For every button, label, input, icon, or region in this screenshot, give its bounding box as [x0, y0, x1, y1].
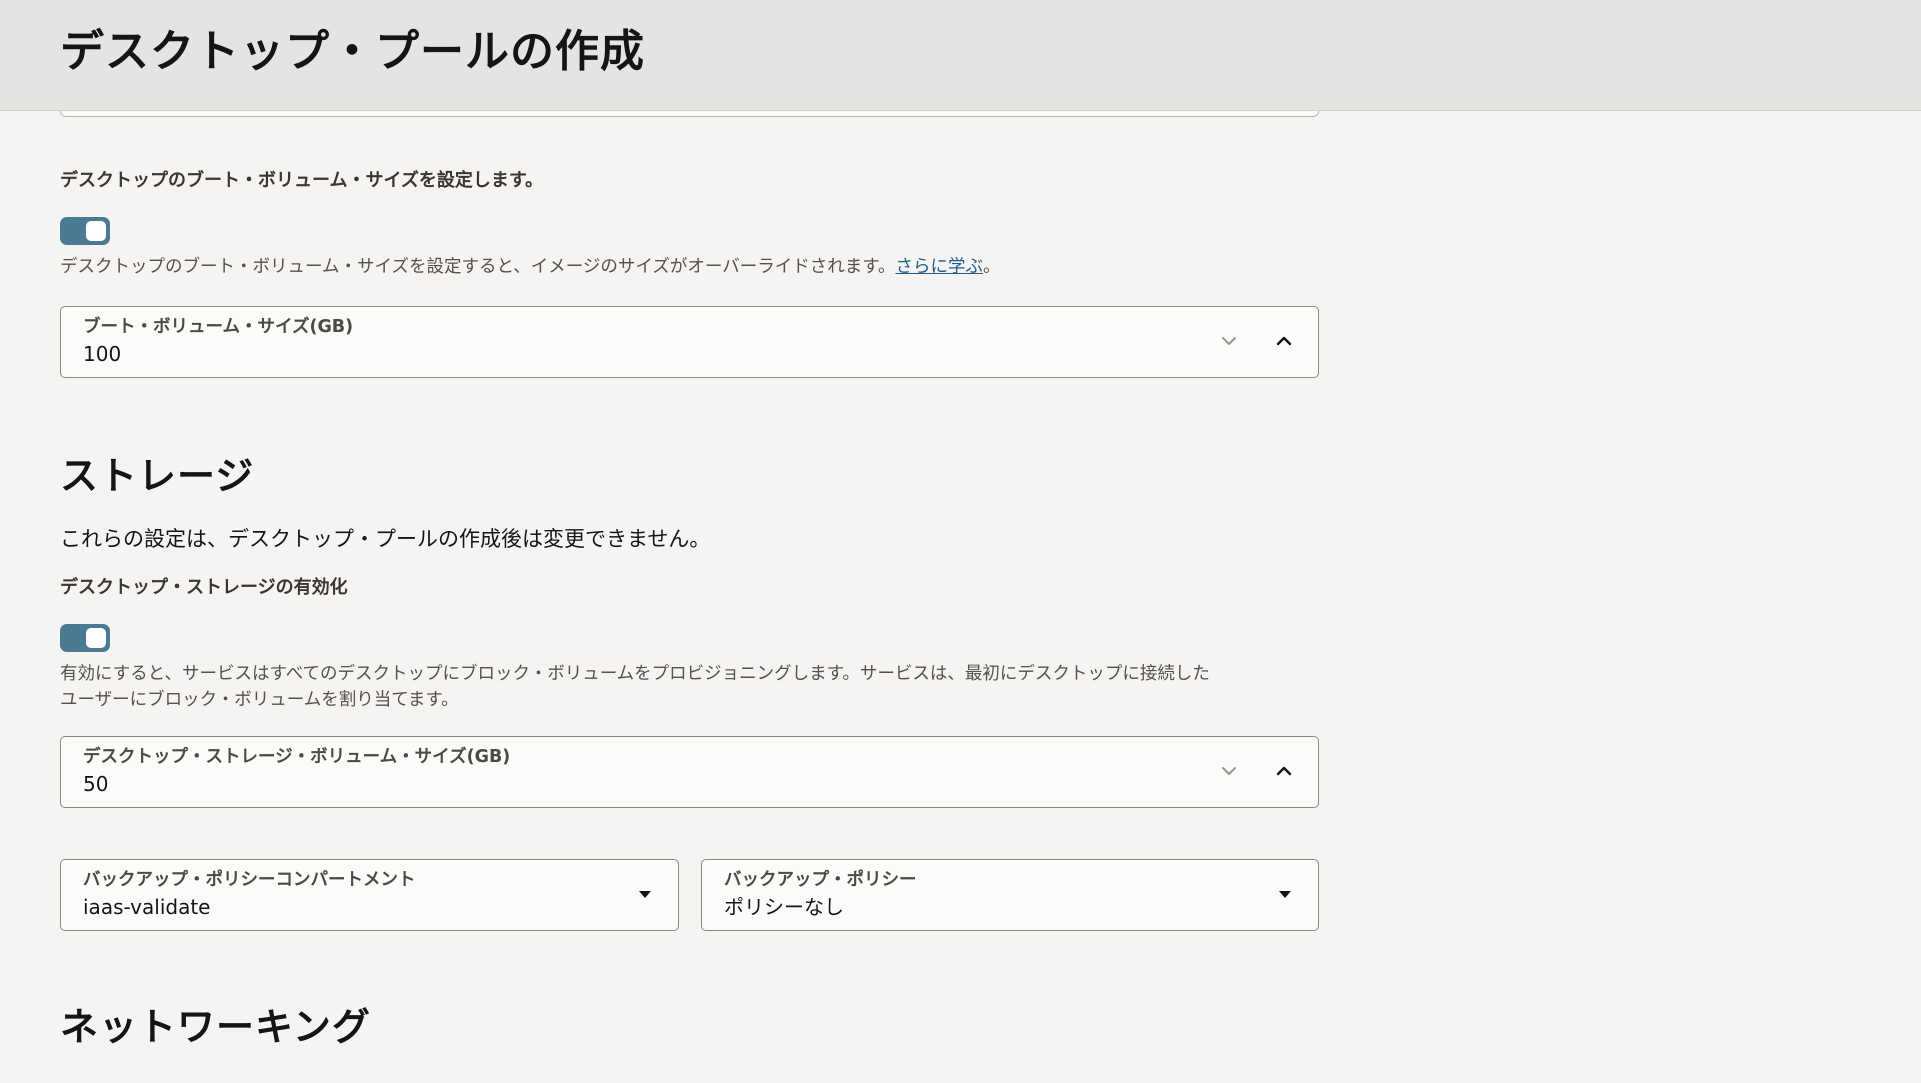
toggle-knob [86, 628, 106, 648]
storage-help-line-1: 有効にすると、サービスはすべてのデスクトップにブロック・ボリュームをプロビジョニ… [60, 664, 1210, 684]
chevron-up-icon[interactable] [1270, 757, 1298, 785]
storage-volume-size-field[interactable]: デスクトップ・ストレージ・ボリューム・サイズ(GB) 50 [60, 736, 1319, 808]
backup-compartment-select[interactable]: バックアップ・ポリシーコンパートメント iaas-validate [60, 859, 679, 931]
backup-policy-value: ポリシーなし [724, 895, 844, 919]
boot-volume-help-suffix: 。 [982, 257, 1001, 277]
page-title: デスクトップ・プールの作成 [60, 26, 645, 77]
boot-volume-toggle[interactable] [60, 217, 110, 245]
backup-compartment-value: iaas-validate [83, 895, 211, 919]
storage-help-text: 有効にすると、サービスはすべてのデスクトップにブロック・ボリュームをプロビジョニ… [60, 661, 1330, 713]
storage-volume-size-label: デスクトップ・ストレージ・ボリューム・サイズ(GB) [83, 747, 511, 767]
previous-field-edge [60, 111, 1319, 117]
caret-down-icon[interactable] [631, 880, 659, 908]
backup-policy-select[interactable]: バックアップ・ポリシー ポリシーなし [701, 859, 1319, 931]
boot-volume-size-label: ブート・ボリューム・サイズ(GB) [83, 317, 354, 337]
storage-help-line-2: ユーザーにブロック・ボリュームを割り当てます。 [60, 690, 459, 710]
boot-volume-size-input[interactable]: 100 [83, 341, 121, 367]
page-header: デスクトップ・プールの作成 [0, 0, 1921, 111]
storage-toggle[interactable] [60, 624, 110, 652]
learn-more-link[interactable]: さらに学ぶ [895, 257, 983, 277]
boot-volume-help-text: デスクトップのブート・ボリューム・サイズを設定すると、イメージのサイズがオーバー… [60, 254, 1330, 280]
boot-volume-toggle-label: デスクトップのブート・ボリューム・サイズを設定します。 [60, 170, 544, 191]
backup-policy-label: バックアップ・ポリシー [724, 870, 917, 890]
toggle-knob [86, 221, 106, 241]
storage-toggle-label: デスクトップ・ストレージの有効化 [60, 577, 348, 598]
caret-down-icon[interactable] [1271, 880, 1299, 908]
boot-volume-help-body: デスクトップのブート・ボリューム・サイズを設定すると、イメージのサイズがオーバー… [60, 257, 896, 277]
networking-section-title: ネットワーキング [60, 1005, 371, 1049]
chevron-up-icon[interactable] [1270, 327, 1298, 355]
storage-section-title: ストレージ [60, 454, 255, 498]
chevron-down-icon[interactable] [1215, 757, 1243, 785]
form-scroll-area[interactable]: デスクトップのブート・ボリューム・サイズを設定します。 デスクトップのブート・ボ… [0, 111, 1921, 1083]
chevron-down-icon[interactable] [1215, 327, 1243, 355]
boot-volume-size-field[interactable]: ブート・ボリューム・サイズ(GB) 100 [60, 306, 1319, 378]
backup-compartment-label: バックアップ・ポリシーコンパートメント [83, 870, 416, 890]
storage-volume-size-input[interactable]: 50 [83, 771, 108, 797]
storage-section-description: これらの設定は、デスクトップ・プールの作成後は変更できません。 [60, 527, 711, 551]
